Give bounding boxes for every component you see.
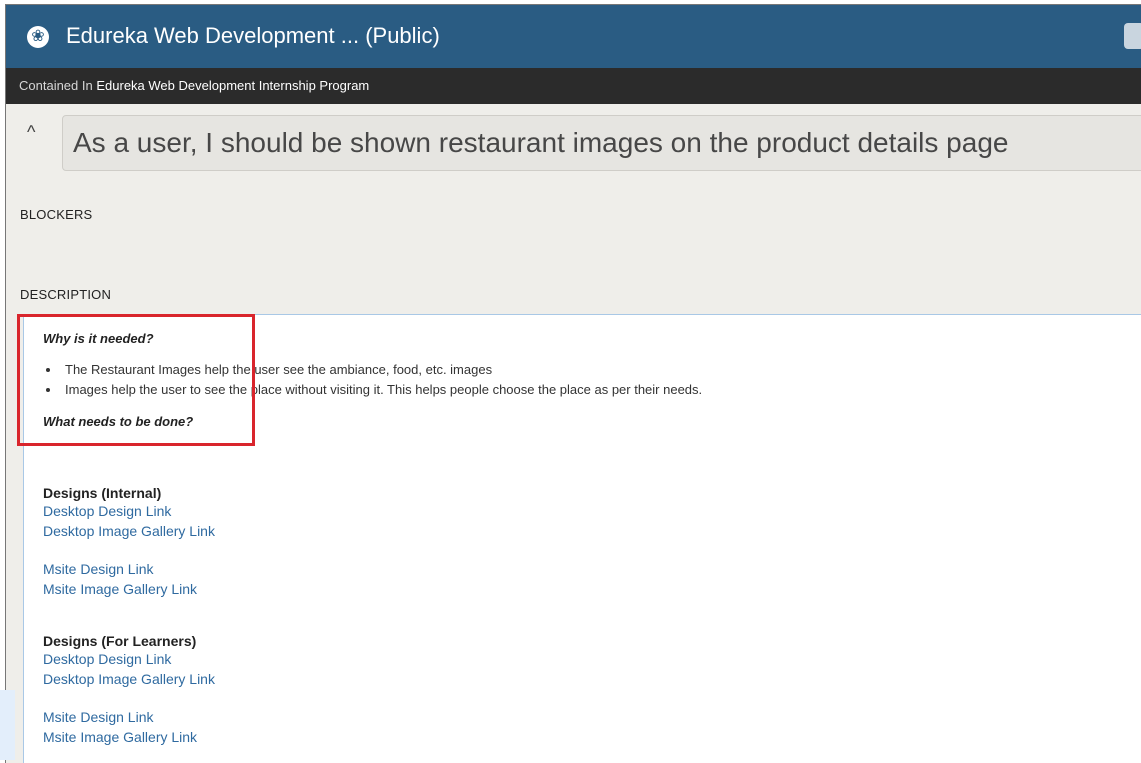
internal-msite-design-link[interactable]: Msite Design Link	[43, 559, 215, 579]
learners-msite-design-link[interactable]: Msite Design Link	[43, 707, 215, 727]
background-glow	[0, 690, 15, 760]
learners-msite-gallery-link[interactable]: Msite Image Gallery Link	[43, 727, 215, 747]
window-title: Edureka Web Development ... (Public)	[66, 23, 440, 48]
breadcrumb: Contained In Edureka Web Development Int…	[6, 68, 1141, 104]
internal-msite-gallery-link[interactable]: Msite Image Gallery Link	[43, 579, 215, 599]
breadcrumb-prefix: Contained In	[19, 78, 93, 93]
learners-desktop-design-link[interactable]: Desktop Design Link	[43, 649, 215, 669]
blockers-label: BLOCKERS	[20, 207, 93, 222]
story-title-field[interactable]: As a user, I should be shown restaurant …	[62, 115, 1141, 171]
chevron-up-icon[interactable]: ^	[27, 122, 35, 143]
description-label: DESCRIPTION	[20, 287, 112, 302]
designs-internal-heading: Designs (Internal)	[43, 485, 162, 501]
learners-desktop-gallery-link[interactable]: Desktop Image Gallery Link	[43, 669, 215, 689]
designs-learners-heading: Designs (For Learners)	[43, 633, 197, 649]
breadcrumb-project-link[interactable]: Edureka Web Development Internship Progr…	[96, 78, 369, 93]
edureka-logo-icon: ❀	[27, 26, 49, 48]
annotation-highlight-box	[17, 314, 255, 446]
header-action-button[interactable]	[1124, 23, 1141, 49]
app-window: ❀ Edureka Web Development ... (Public) C…	[5, 4, 1141, 763]
designs-internal-block: Designs (Internal) Desktop Design Link D…	[43, 485, 215, 599]
designs-learners-block: Designs (For Learners) Desktop Design Li…	[43, 633, 215, 747]
internal-desktop-design-link[interactable]: Desktop Design Link	[43, 501, 215, 521]
title-bar: ❀ Edureka Web Development ... (Public)	[6, 5, 1141, 68]
internal-desktop-gallery-link[interactable]: Desktop Image Gallery Link	[43, 521, 215, 541]
